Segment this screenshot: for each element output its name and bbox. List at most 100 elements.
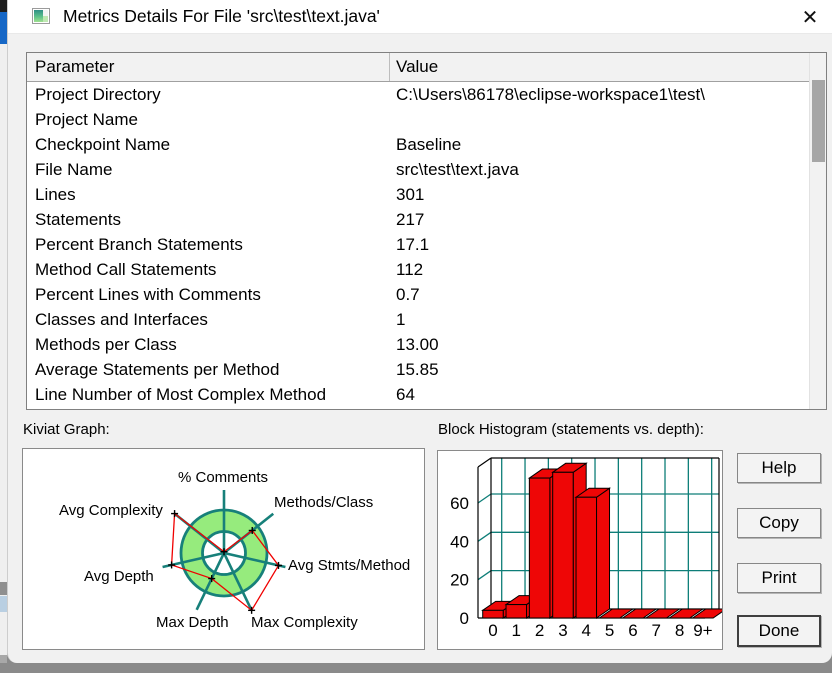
block-histogram-box: 0 20 40 60 0 1 2 3 4 5 6 7 8 9+ <box>437 450 723 650</box>
app-icon-lowlight <box>43 16 48 22</box>
param-cell: Lines <box>35 185 76 204</box>
kiviat-graph-label: Kiviat Graph: <box>23 421 110 438</box>
kiviat-axis-label: Max Complexity <box>251 614 358 631</box>
histogram-xtick-label: 1 <box>512 621 521 640</box>
value-cell: 15.85 <box>396 360 439 379</box>
histogram-xtick-label: 7 <box>652 621 661 640</box>
histogram-tick-slash <box>477 570 492 581</box>
block-histogram: 02040600 1 2 3 4 5 6 7 8 9+ <box>450 457 722 640</box>
table-scrollbar[interactable] <box>809 53 826 409</box>
histogram-xtick-label: 6 <box>628 621 637 640</box>
block-histogram-label: Block Histogram (statements vs. depth): <box>438 421 704 438</box>
table-row[interactable]: Classes and Interfaces 1 <box>27 307 809 332</box>
histogram-bar-side <box>596 487 611 619</box>
kiviat-axis-label: Avg Depth <box>84 568 154 585</box>
copy-button[interactable]: Copy <box>737 508 821 538</box>
table-row[interactable]: Line Number of Most Complex Method 64 <box>27 382 809 407</box>
table-row[interactable]: Project Directory C:\Users\86178\eclipse-… <box>27 82 809 107</box>
histogram-xtick-label: 0 <box>488 621 497 640</box>
histogram-bar <box>505 604 528 619</box>
background-dark-segment <box>0 0 7 12</box>
value-cell: 64 <box>396 385 415 404</box>
param-cell: Percent Branch Statements <box>35 235 243 254</box>
background-window-sliver <box>0 0 7 673</box>
value-cell: Baseline <box>396 135 462 154</box>
histogram-ytick-label: 20 <box>450 571 469 590</box>
histogram-bar <box>528 477 551 619</box>
metrics-table: Parameter Value Project Directory C:\User… <box>26 52 827 410</box>
param-cell: Methods per Class <box>35 335 177 354</box>
kiviat-axis-label: % Comments <box>178 469 268 486</box>
kiviat-axis-label: Avg Stmts/Method <box>288 557 410 574</box>
param-cell: Checkpoint Name <box>35 135 171 154</box>
help-button[interactable]: Help <box>737 453 821 483</box>
app-icon-chart-area <box>34 10 43 22</box>
histogram-xtick-label: 4 <box>582 621 591 640</box>
histogram-xtick-label: 2 <box>535 621 544 640</box>
table-row[interactable]: Percent Branch Statements 17.1 <box>27 232 809 257</box>
value-cell: 0.7 <box>396 285 420 304</box>
table-row[interactable]: Percent Lines with Comments 0.7 <box>27 282 809 307</box>
table-rows: Project Directory C:\Users\86178\eclipse-… <box>27 82 809 409</box>
background-blue-segment-2 <box>0 596 7 612</box>
param-cell: Project Name <box>35 110 138 129</box>
table-row[interactable]: Method Call Statements 112 <box>27 257 809 282</box>
table-row[interactable]: File Name src\test\text.java <box>27 157 809 182</box>
title-bar[interactable]: Metrics Details For File 'src\test\text.… <box>8 0 832 34</box>
close-icon: ✕ <box>801 6 819 29</box>
param-cell: Line Number of Most Complex Method <box>35 385 327 404</box>
param-cell: Percent Lines with Comments <box>35 285 261 304</box>
column-header-parameter[interactable]: Parameter <box>27 53 390 81</box>
histogram-ytick-label: 40 <box>450 532 469 551</box>
histogram-tick-slash <box>477 531 492 542</box>
close-button[interactable]: ✕ <box>795 2 825 32</box>
value-cell: 17.1 <box>396 235 430 254</box>
value-cell: C:\Users\86178\eclipse-workspace1\test\ <box>396 85 705 104</box>
histogram-ytick-label: 60 <box>450 494 469 513</box>
window-title: Metrics Details For File 'src\test\text.… <box>63 6 380 26</box>
histogram-xtick-label: 9+ <box>693 621 712 640</box>
kiviat-axis-label: Avg Complexity <box>59 502 163 519</box>
kiviat-axis-label: Max Depth <box>156 614 229 631</box>
kiviat-graph-box: % Comments Methods/Class Avg Stmts/Method M… <box>22 448 425 650</box>
background-scrollbar-thumb <box>0 582 7 595</box>
value-cell: 13.00 <box>396 335 439 354</box>
histogram-xtick-label: 3 <box>558 621 567 640</box>
histogram-bar <box>482 609 504 619</box>
table-header: Parameter Value <box>27 53 809 82</box>
histogram-xtick-label: 8 <box>675 621 684 640</box>
param-cell: Project Directory <box>35 85 161 104</box>
table-row[interactable]: Methods per Class 13.00 <box>27 332 809 357</box>
param-cell: Method Call Statements <box>35 260 217 279</box>
histogram-tick-slash <box>477 493 492 504</box>
kiviat-axis-label: Methods/Class <box>274 494 373 511</box>
value-cell: 301 <box>396 185 425 204</box>
metrics-details-dialog: Metrics Details For File 'src\test\text.… <box>7 0 832 663</box>
value-cell: 217 <box>396 210 425 229</box>
value-cell: 112 <box>396 260 424 279</box>
scrollbar-thumb[interactable] <box>812 80 825 162</box>
table-row[interactable]: Checkpoint Name Baseline <box>27 132 809 157</box>
column-header-value[interactable]: Value <box>390 53 809 81</box>
table-row[interactable]: Average Statements per Method 15.85 <box>27 357 809 382</box>
table-row[interactable]: Statements 217 <box>27 207 809 232</box>
param-cell: Classes and Interfaces <box>35 310 208 329</box>
histogram-ytick-label: 0 <box>460 609 469 628</box>
param-cell: Average Statements per Method <box>35 360 280 379</box>
table-row[interactable]: Project Name <box>27 107 809 132</box>
done-button[interactable]: Done <box>737 615 821 647</box>
value-cell: src\test\text.java <box>396 160 519 179</box>
background-bottom-strip <box>0 663 832 673</box>
value-cell: 1 <box>396 310 406 329</box>
param-cell: File Name <box>35 160 113 179</box>
param-cell: Statements <box>35 210 121 229</box>
histogram-bar <box>552 471 574 619</box>
print-button[interactable]: Print <box>737 563 821 593</box>
screen: Metrics Details For File 'src\test\text.… <box>0 0 832 673</box>
table-row[interactable]: Lines 301 <box>27 182 809 207</box>
app-icon[interactable] <box>32 8 50 24</box>
histogram-bar <box>575 496 598 619</box>
histogram-xtick-label: 5 <box>605 621 614 640</box>
background-blue-segment <box>0 12 7 44</box>
histogram-frame <box>477 457 492 468</box>
